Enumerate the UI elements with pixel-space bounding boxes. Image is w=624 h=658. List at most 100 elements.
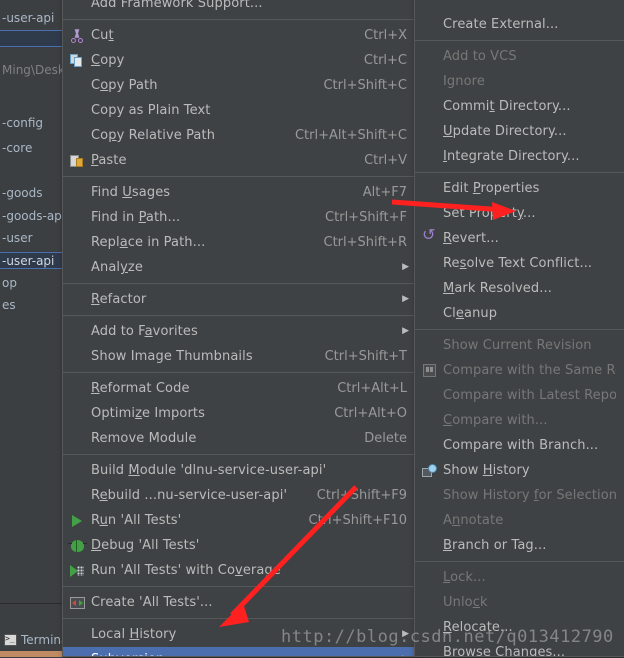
menu-item-label: Find in Path... — [91, 210, 181, 225]
menu-item-build-module-dlnu-service-user-api[interactable]: Build Module 'dlnu-service-user-api' — [63, 458, 417, 483]
menu-item-find-in-path[interactable]: Find in Path... Ctrl+Shift+F — [63, 205, 417, 230]
menu-separator — [63, 372, 417, 373]
icon-slot — [63, 533, 91, 558]
tree-row[interactable]: op — [0, 275, 62, 292]
project-context-menu[interactable]: Add Framework Support... Cut Ctrl+X Copy Ctr… — [62, 0, 418, 657]
icon-slot — [415, 458, 443, 483]
icon-slot — [63, 123, 91, 148]
cut-icon — [70, 29, 84, 43]
menu-item-label: Create 'All Tests'... — [91, 595, 213, 610]
menu-item-update-directory[interactable]: Update Directory... — [415, 119, 624, 144]
menu-item-compare-with[interactable]: Compare with... — [415, 408, 624, 433]
icon-slot — [415, 565, 443, 590]
menu-item-show-history[interactable]: Show History — [415, 458, 624, 483]
menu-item-create-external[interactable]: Create External... — [415, 12, 624, 37]
menu-item-integrate-directory[interactable]: Integrate Directory... — [415, 144, 624, 169]
menu-item-reformat-code[interactable]: Reformat Code Ctrl+Alt+L — [63, 376, 417, 401]
icon-slot — [63, 344, 91, 369]
menu-item-cleanup[interactable]: Cleanup — [415, 301, 624, 326]
menu-item-lock[interactable]: Lock... — [415, 565, 624, 590]
menu-item-label: Copy as Plain Text — [91, 103, 211, 118]
menu-item-paste[interactable]: Paste Ctrl+V — [63, 148, 417, 173]
tree-row[interactable]: -goods-ap — [0, 208, 62, 225]
icon-slot — [63, 622, 91, 647]
menu-item-label: Show Image Thumbnails — [91, 349, 253, 364]
tree-row[interactable] — [0, 30, 62, 47]
menu-item-commit-directory[interactable]: Commit Directory... — [415, 94, 624, 119]
tree-row[interactable]: -user-api — [0, 10, 62, 27]
menu-item-add-framework-support[interactable]: Add Framework Support... — [63, 0, 417, 16]
menu-item-rebuild-nu-service-user-api[interactable]: Rebuild ...nu-service-user-api' Ctrl+Shif… — [63, 483, 417, 508]
menu-item-edit-properties[interactable]: Edit Properties — [415, 176, 624, 201]
menu-item-resolve-text-conflict[interactable]: Resolve Text Conflict... — [415, 251, 624, 276]
tree-row[interactable]: es — [0, 297, 62, 314]
menu-item-debug-all-tests[interactable]: Debug 'All Tests' — [63, 533, 417, 558]
menu-separator — [415, 329, 624, 330]
icon-slot — [63, 508, 91, 533]
menu-item-subversion[interactable]: Subversion▶ — [63, 647, 417, 656]
menu-item-find-usages[interactable]: Find Usages Alt+F7 — [63, 180, 417, 205]
menu-item-analyze[interactable]: Analyze ▶ — [63, 255, 417, 280]
menu-item-label: Commit Directory... — [443, 99, 571, 114]
menu-item-label: Replace in Path... — [91, 235, 206, 250]
menu-item-copy-path[interactable]: Copy Path Ctrl+Shift+C — [63, 73, 417, 98]
tree-row[interactable]: -user-api — [0, 252, 62, 269]
menu-item-blank[interactable] — [415, 0, 624, 12]
compare-repo-icon — [422, 364, 436, 377]
icon-slot — [415, 44, 443, 69]
tree-row[interactable]: -user — [0, 230, 62, 247]
menu-item-show-history-for-selection[interactable]: Show History for Selection — [415, 483, 624, 508]
project-tool-window[interactable]: -user-api Ming\Desk -config -core -goods -goo… — [0, 0, 63, 603]
menu-item-shortcut: Ctrl+C — [363, 53, 407, 68]
tool-window-tab-terminal[interactable]: Termina — [4, 631, 68, 649]
icon-slot — [63, 376, 91, 401]
menu-item-optimize-imports[interactable]: Optimize Imports Ctrl+Alt+O — [63, 401, 417, 426]
menu-item-show-current-revision[interactable]: Show Current Revision — [415, 333, 624, 358]
menu-item-compare-with-the-same-repo[interactable]: Compare with the Same Repo — [415, 358, 624, 383]
menu-item-copy[interactable]: Copy Ctrl+C — [63, 48, 417, 73]
coverage-icon — [70, 564, 84, 577]
run-icon — [72, 514, 82, 527]
debug-icon — [67, 539, 87, 552]
menu-item-run-all-tests-with-coverage[interactable]: Run 'All Tests' with Coverage — [63, 558, 417, 583]
menu-item-unlock[interactable]: Unlock — [415, 590, 624, 615]
icon-slot — [63, 230, 91, 255]
menu-item-compare-with-branch[interactable]: Compare with Branch... — [415, 433, 624, 458]
menu-item-compare-with-latest-reposit[interactable]: Compare with Latest Reposit — [415, 383, 624, 408]
menu-item-label: Subversion — [91, 652, 389, 656]
menu-item-refactor[interactable]: Refactor ▶ — [63, 287, 417, 312]
menu-separator — [63, 454, 417, 455]
tree-row[interactable]: -config — [0, 115, 62, 132]
tree-row[interactable]: Ming\Desk — [0, 62, 62, 79]
menu-separator — [63, 19, 417, 20]
menu-item-label: Paste — [91, 153, 127, 168]
menu-item-label: Add to Favorites — [91, 324, 198, 339]
menu-item-copy-relative-path[interactable]: Copy Relative Path Ctrl+Alt+Shift+C — [63, 123, 417, 148]
menu-item-remove-module[interactable]: Remove Module Delete — [63, 426, 417, 451]
menu-item-annotate[interactable]: Annotate — [415, 508, 624, 533]
menu-item-label: Set Property... — [443, 206, 536, 221]
menu-item-add-to-favorites[interactable]: Add to Favorites ▶ — [63, 319, 417, 344]
menu-item-revert[interactable]: Revert... — [415, 226, 624, 251]
menu-item-create-all-tests[interactable]: Create 'All Tests'... — [63, 590, 417, 615]
menu-item-label: Create External... — [443, 17, 559, 32]
menu-item-replace-in-path[interactable]: Replace in Path... Ctrl+Shift+R — [63, 230, 417, 255]
menu-item-set-property[interactable]: Set Property... — [415, 201, 624, 226]
subversion-submenu[interactable]: Create External... Add to VCS Ignore Commit… — [414, 0, 624, 657]
menu-item-label: Show History — [443, 463, 530, 478]
menu-item-show-image-thumbnails[interactable]: Show Image Thumbnails Ctrl+Shift+T — [63, 344, 417, 369]
menu-separator — [415, 561, 624, 562]
menu-item-shortcut: Ctrl+Alt+O — [334, 406, 407, 421]
menu-item-add-to-vcs[interactable]: Add to VCS — [415, 44, 624, 69]
menu-item-copy-as-plain-text[interactable]: Copy as Plain Text — [63, 98, 417, 123]
menu-item-cut[interactable]: Cut Ctrl+X — [63, 23, 417, 48]
tree-row[interactable]: -goods — [0, 185, 62, 202]
menu-item-ignore[interactable]: Ignore — [415, 69, 624, 94]
menu-item-run-all-tests[interactable]: Run 'All Tests' Ctrl+Shift+F10 — [63, 508, 417, 533]
tree-row[interactable]: -core — [0, 140, 62, 157]
menu-item-mark-resolved[interactable]: Mark Resolved... — [415, 276, 624, 301]
chevron-right-icon: ▶ — [402, 326, 409, 336]
menu-item-branch-or-tag[interactable]: Branch or Tag... — [415, 533, 624, 558]
icon-slot — [415, 0, 443, 12]
menu-item-label: Resolve Text Conflict... — [443, 256, 593, 271]
